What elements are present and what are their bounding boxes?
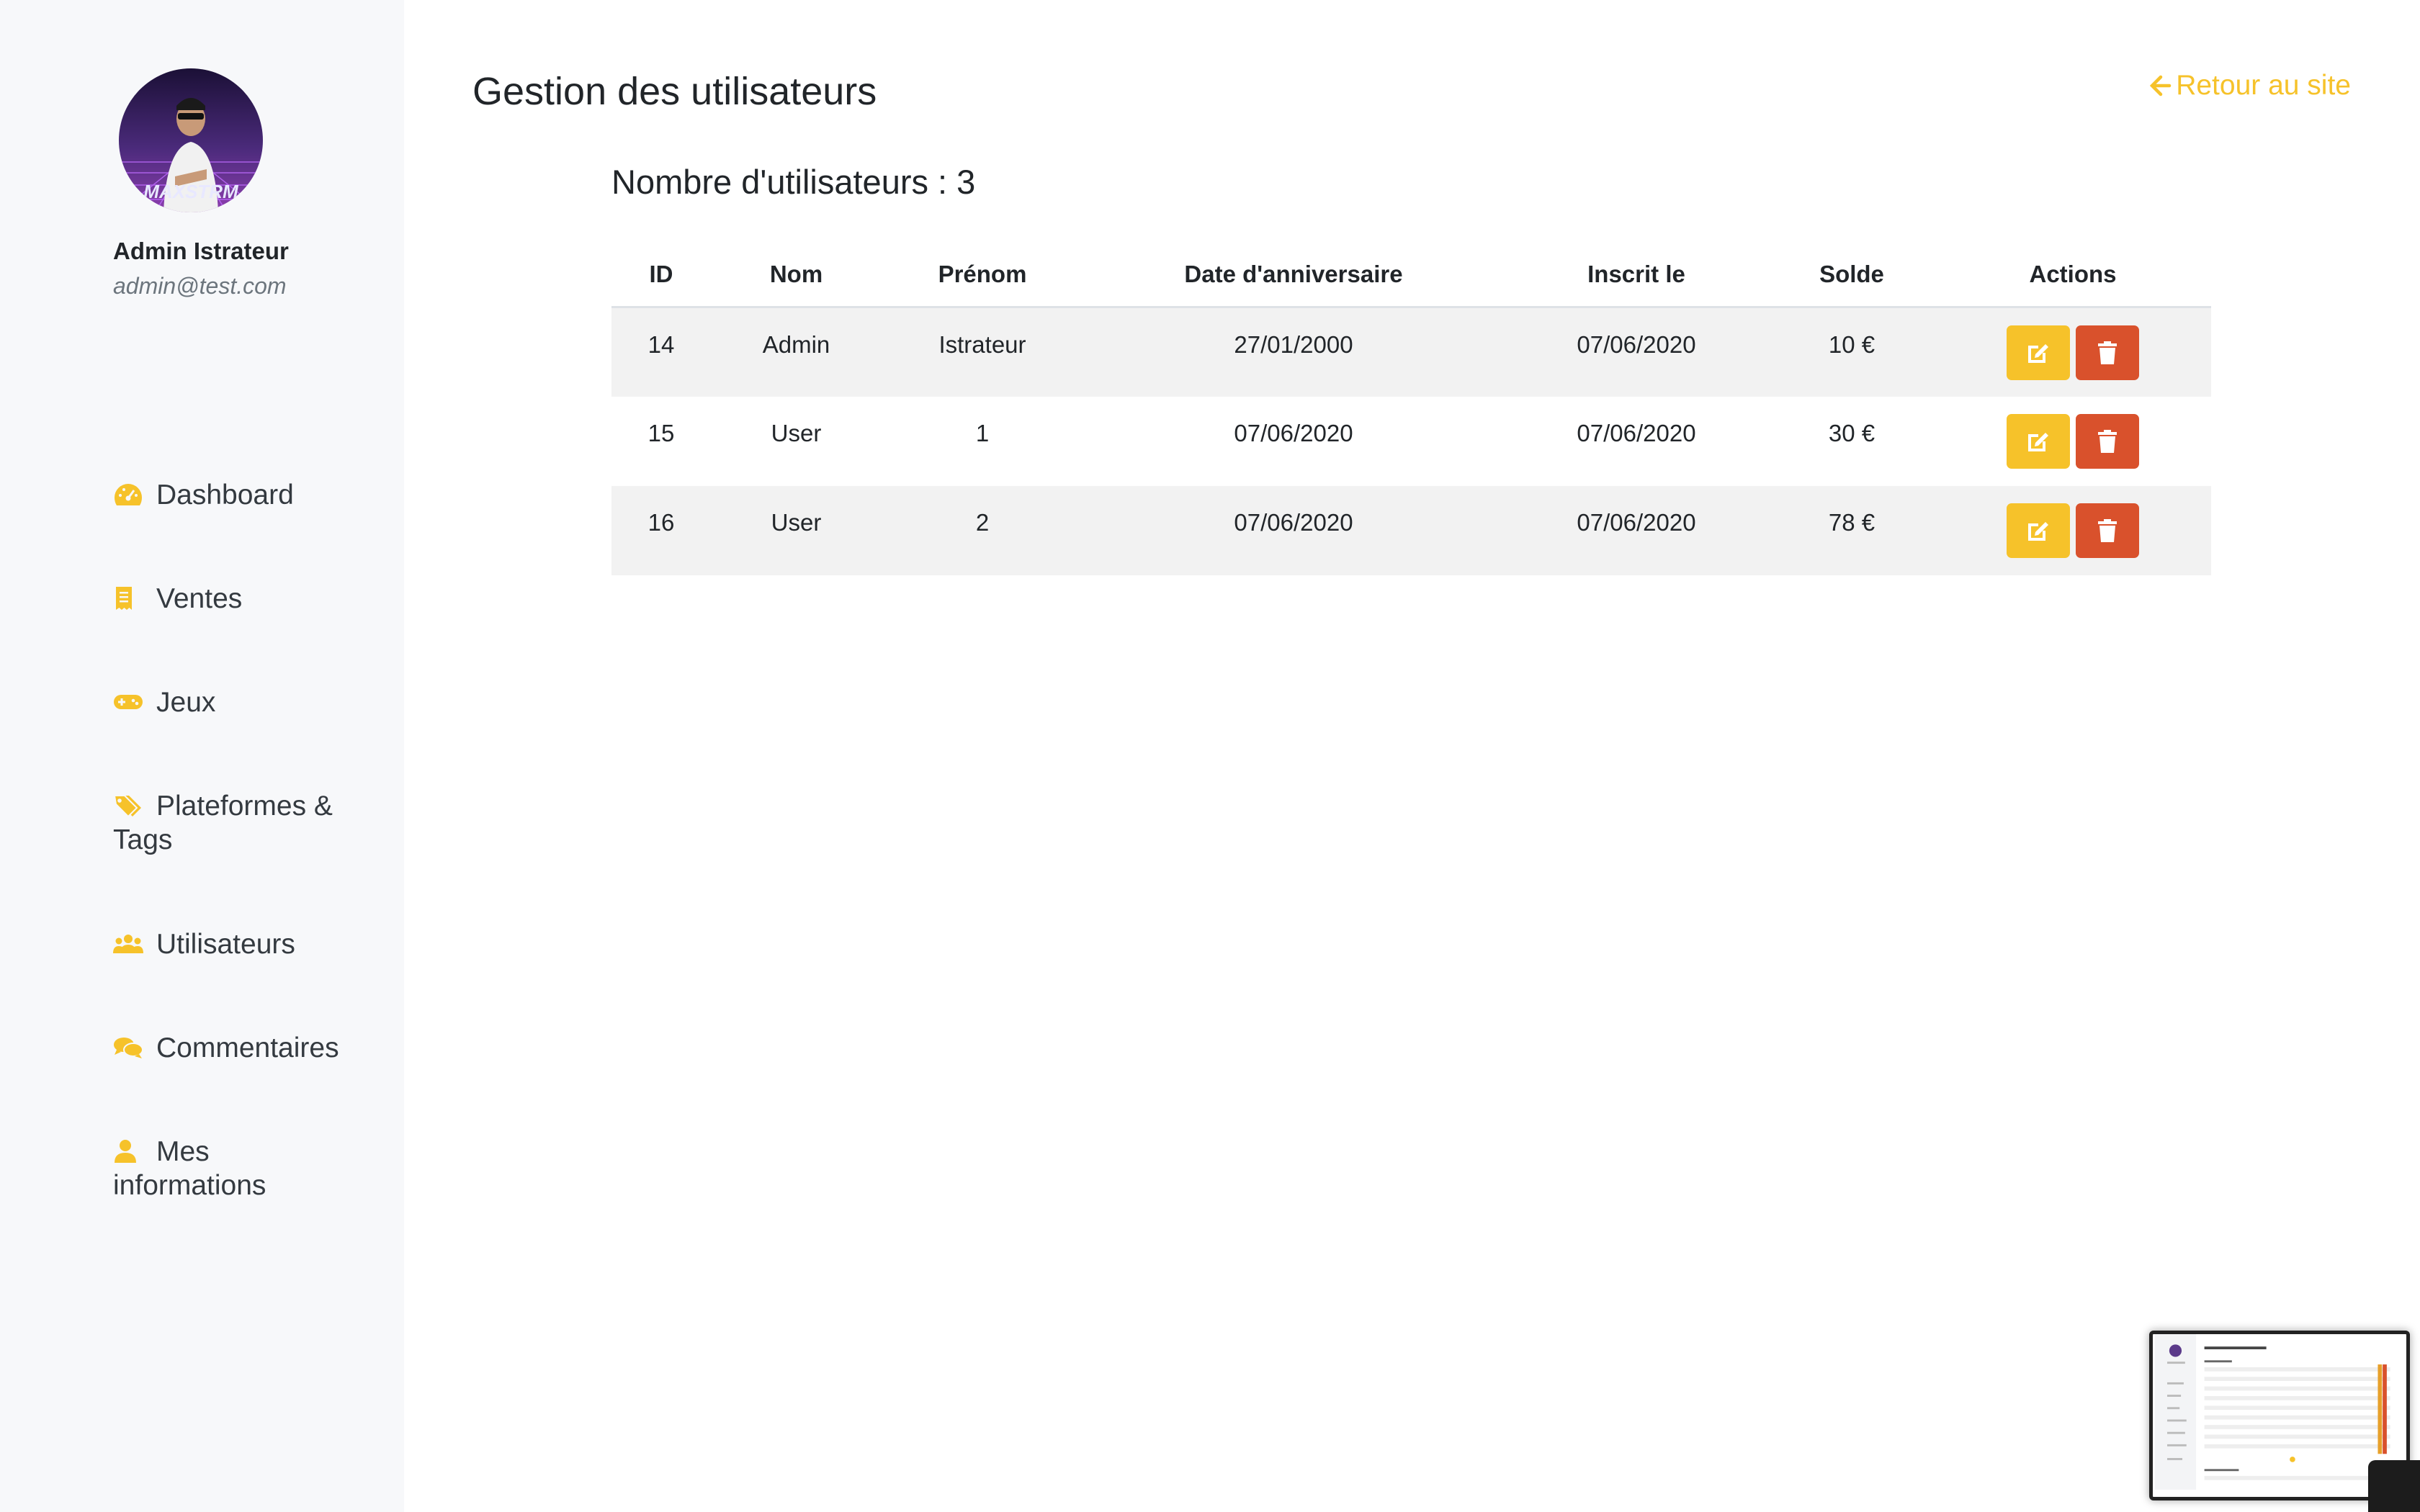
table-row: 15 User 1 07/06/2020 07/06/2020 30 € xyxy=(611,397,2211,486)
cell-actions xyxy=(1935,397,2211,486)
cell-actions xyxy=(1935,307,2211,397)
cell-solde: 78 € xyxy=(1828,508,1876,536)
sidebar-item-label: Dashboard xyxy=(156,480,294,510)
trash-icon xyxy=(2098,518,2117,542)
edit-button[interactable] xyxy=(2007,325,2070,380)
trash-icon xyxy=(2098,429,2117,453)
cell-nom: User xyxy=(771,508,822,536)
cell-nom: Admin xyxy=(762,331,830,358)
gamepad-icon xyxy=(113,690,143,714)
column-header-anniversaire: Date d'anniversaire xyxy=(1083,243,1504,308)
cell-id: 16 xyxy=(647,508,675,536)
cell-inscrit: 07/06/2020 xyxy=(1577,508,1696,536)
tags-icon xyxy=(113,793,143,818)
edit-icon xyxy=(2028,344,2048,363)
page-title: Gestion des utilisateurs xyxy=(472,70,877,113)
table-row: 14 Admin Istrateur 27/01/2000 07/06/2020… xyxy=(611,307,2211,397)
table-header-row: ID Nom Prénom Date d'anniversaire Inscri… xyxy=(611,243,2211,308)
arrow-left-icon xyxy=(2150,70,2172,102)
sidebar-item-plateformes-tags[interactable]: Plateformes & Tags xyxy=(113,789,358,857)
edit-button[interactable] xyxy=(2007,503,2070,558)
edit-button[interactable] xyxy=(2007,413,2070,469)
users-table: ID Nom Prénom Date d'anniversaire Inscri… xyxy=(611,243,2211,575)
sidebar-item-label: Plateformes & Tags xyxy=(113,791,333,855)
svg-text:MAXSTRM: MAXSTRM xyxy=(143,181,239,202)
edit-icon xyxy=(2028,432,2048,451)
cell-id: 14 xyxy=(647,331,675,358)
column-header-prenom: Prénom xyxy=(882,243,1083,308)
receipt-icon xyxy=(113,586,143,611)
cell-anniversaire: 27/01/2000 xyxy=(1234,331,1353,358)
cell-inscrit: 07/06/2020 xyxy=(1577,419,1696,446)
cell-inscrit: 07/06/2020 xyxy=(1577,331,1696,358)
cell-actions xyxy=(1935,486,2211,575)
cell-solde: 30 € xyxy=(1828,419,1876,446)
cell-anniversaire: 07/06/2020 xyxy=(1234,508,1353,536)
sidebar-item-mes-informations[interactable]: Mes informations xyxy=(113,1135,358,1202)
delete-button[interactable] xyxy=(2076,413,2139,469)
column-header-id: ID xyxy=(611,243,711,308)
table-row: 16 User 2 07/06/2020 07/06/2020 78 € xyxy=(611,485,2211,575)
column-header-nom: Nom xyxy=(711,243,882,308)
back-to-site-link[interactable]: Retour au site xyxy=(2150,70,2351,102)
sidebar-item-label: Ventes xyxy=(156,583,243,614)
cell-prenom: Istrateur xyxy=(938,331,1026,358)
cell-anniversaire: 07/06/2020 xyxy=(1234,419,1353,446)
cell-nom: User xyxy=(771,419,822,446)
users-icon xyxy=(113,932,143,956)
sidebar-item-label: Jeux xyxy=(156,687,216,718)
user-count: Nombre d'utilisateurs : 3 xyxy=(611,163,976,201)
sidebar-item-dashboard[interactable]: Dashboard xyxy=(113,478,358,512)
cell-solde: 10 € xyxy=(1828,331,1876,358)
sidebar-item-commentaires[interactable]: Commentaires xyxy=(113,1031,358,1065)
sidebar-item-label: Utilisateurs xyxy=(156,929,295,960)
sidebar-item-jeux[interactable]: Jeux xyxy=(113,685,358,719)
tachometer-icon xyxy=(113,482,143,507)
sidebar: MAXSTRM Admin Istrateur admin@test.com D… xyxy=(0,0,404,1512)
column-header-solde: Solde xyxy=(1769,243,1935,308)
comments-icon xyxy=(113,1035,143,1060)
user-name: Admin Istrateur xyxy=(113,238,289,264)
column-header-actions: Actions xyxy=(1935,243,2211,308)
column-header-inscrit: Inscrit le xyxy=(1504,243,1769,308)
cell-id: 15 xyxy=(647,419,675,446)
sidebar-item-label: Commentaires xyxy=(156,1032,339,1063)
thumbnail-corner-handle xyxy=(2368,1460,2420,1512)
delete-button[interactable] xyxy=(2076,503,2139,558)
user-email: admin@test.com xyxy=(113,273,287,299)
back-link-label: Retour au site xyxy=(2176,70,2351,101)
edit-icon xyxy=(2028,521,2048,541)
user-icon xyxy=(113,1139,143,1164)
avatar: MAXSTRM xyxy=(119,68,263,212)
sidebar-item-ventes[interactable]: Ventes xyxy=(113,582,358,616)
cell-prenom: 2 xyxy=(975,508,990,536)
sidebar-item-utilisateurs[interactable]: Utilisateurs xyxy=(113,927,358,961)
cell-prenom: 1 xyxy=(975,419,990,446)
trash-icon xyxy=(2098,341,2117,364)
delete-button[interactable] xyxy=(2076,325,2139,380)
